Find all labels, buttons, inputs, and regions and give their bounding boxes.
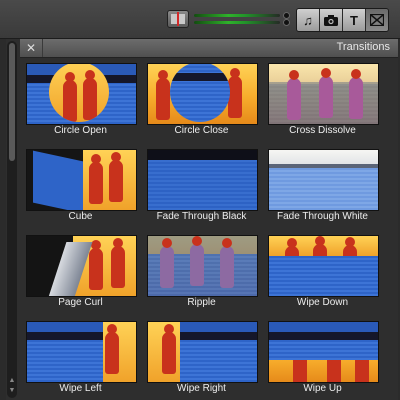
transition-label: Fade Through Black <box>156 211 247 222</box>
close-panel-button[interactable]: ✕ <box>20 39 43 57</box>
transition-thumbnail <box>147 235 258 297</box>
scroll-up-arrow-icon[interactable]: ▲ <box>7 376 17 386</box>
transition-label: Circle Close <box>174 125 229 136</box>
transition-label: Circle Open <box>54 125 107 136</box>
transition-thumbnail <box>147 149 258 211</box>
panel-header: ✕ Transitions <box>20 39 398 58</box>
transition-label: Ripple <box>187 297 216 308</box>
photo-browser-button[interactable] <box>320 9 343 31</box>
meter-clip-indicator-right <box>283 19 290 26</box>
transition-thumbnail <box>268 321 379 383</box>
transition-label: Wipe Right <box>177 383 226 394</box>
transition-label: Wipe Down <box>296 297 349 308</box>
scrollbar-thumb[interactable] <box>9 43 15 161</box>
title-browser-button[interactable]: T <box>343 9 366 31</box>
meter-clip-indicator-left <box>283 12 290 19</box>
toolbar: ♫ T <box>0 0 400 39</box>
browser-mode-selector: ♫ T <box>296 8 389 32</box>
transition-label: Cube <box>68 211 93 222</box>
vertical-scrollbar[interactable]: ▲ ▼ <box>7 41 17 398</box>
scroll-down-arrow-icon[interactable]: ▼ <box>7 386 17 396</box>
music-browser-button[interactable]: ♫ <box>297 9 320 31</box>
audio-level-meter-right <box>194 21 280 24</box>
transition-thumbnail <box>26 149 137 211</box>
transition-thumbnail <box>26 63 137 125</box>
transition-thumbnail <box>26 235 137 297</box>
transition-thumbnail <box>147 321 258 383</box>
panel-title: Transitions <box>336 41 390 53</box>
transitions-panel: ▲ ▼ ✕ Transitions Circle Open Circle Clo… <box>6 39 398 400</box>
transition-thumbnail <box>268 235 379 297</box>
transition-thumbnail <box>147 63 258 125</box>
split-clip-button[interactable] <box>167 10 189 28</box>
transition-thumbnail <box>268 63 379 125</box>
music-icon: ♫ <box>303 12 313 28</box>
transition-label: Wipe Left <box>59 383 102 394</box>
transition-thumbnail <box>268 149 379 211</box>
playhead-icon <box>177 12 179 26</box>
transitions-icon <box>370 14 384 26</box>
transition-label: Page Curl <box>58 297 103 308</box>
transitions-browser-button[interactable] <box>366 9 388 31</box>
transition-label: Wipe Up <box>303 383 342 394</box>
close-icon: ✕ <box>25 41 37 55</box>
title-icon: T <box>350 12 358 28</box>
transition-label: Cross Dissolve <box>289 125 356 136</box>
audio-level-meter-left <box>194 14 280 17</box>
transition-label: Fade Through White <box>277 211 368 222</box>
camera-icon <box>324 14 338 26</box>
transition-thumbnail <box>26 321 137 383</box>
